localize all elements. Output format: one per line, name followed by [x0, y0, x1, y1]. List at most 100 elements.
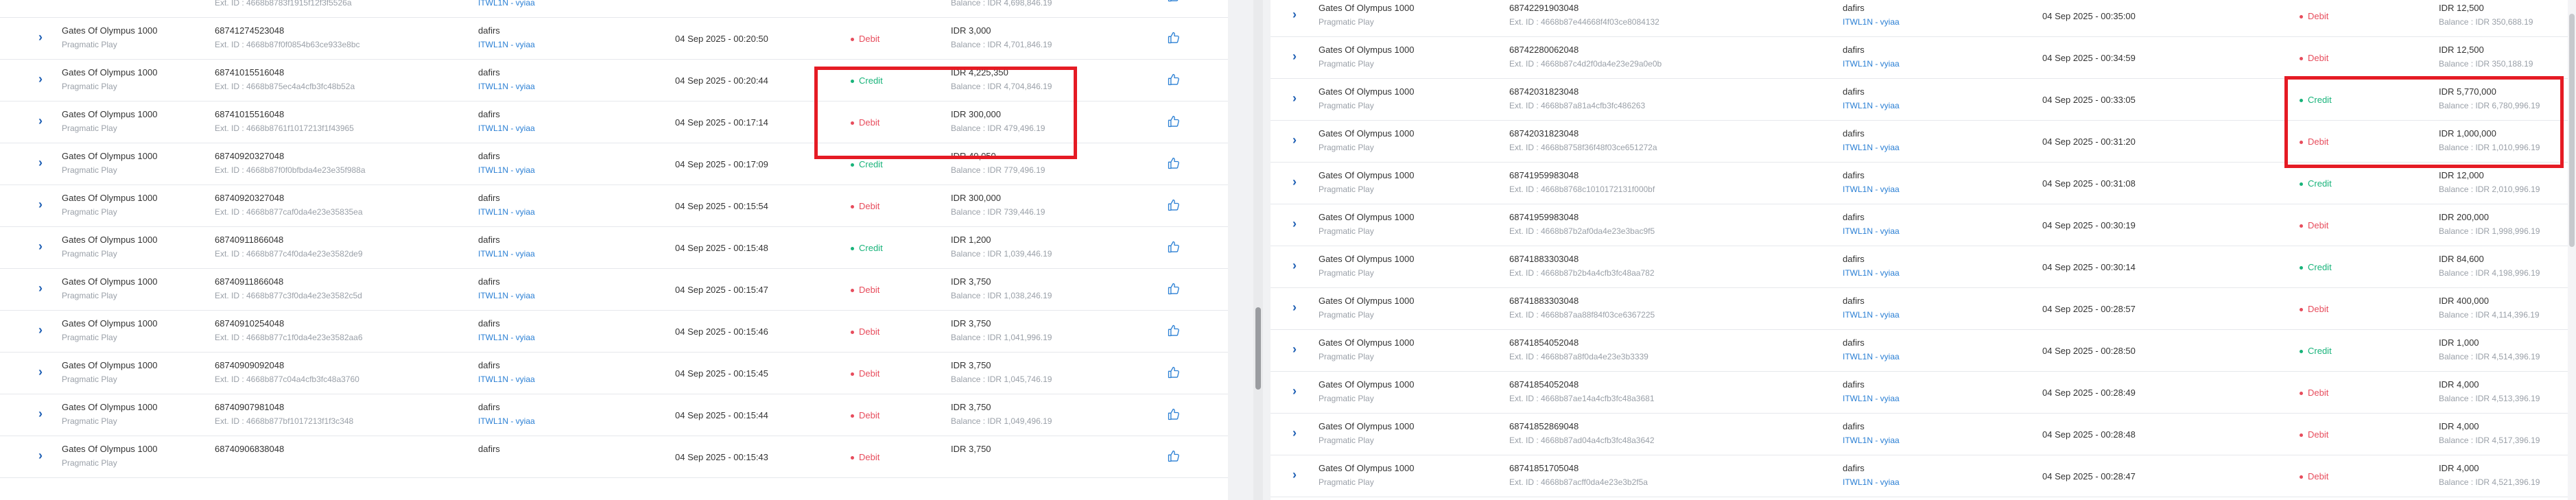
- chevron-right-icon[interactable]: ›: [36, 407, 45, 420]
- agent-link[interactable]: ITWL1N - vyiaa: [478, 416, 535, 426]
- agent-link[interactable]: ITWL1N - vyiaa: [478, 207, 535, 217]
- agent-link[interactable]: ITWL1N - vyiaa: [1843, 101, 1900, 110]
- thumbs-up-icon[interactable]: [1167, 366, 1181, 379]
- table-row[interactable]: › Gates Of Olympus 1000 Pragmatic Play 6874…: [1271, 36, 2576, 79]
- chevron-right-icon[interactable]: ›: [36, 239, 45, 253]
- transaction-amount: IDR 3,750: [951, 360, 991, 370]
- agent-link[interactable]: ITWL1N - vyiaa: [1843, 59, 1900, 69]
- transaction-type-label: Debit: [2308, 429, 2329, 440]
- table-row[interactable]: › Gates Of Olympus 1000 Pragmatic Play 6874…: [1271, 413, 2576, 455]
- agent-link[interactable]: ITWL1N - vyiaa: [1843, 394, 1900, 403]
- chevron-right-icon[interactable]: ›: [1290, 468, 1299, 481]
- table-row[interactable]: › Gates Of Olympus 1000 Pragmatic Play 6874…: [1271, 329, 2576, 372]
- left-scrollbar-track[interactable]: [1253, 0, 1263, 500]
- thumbs-up-icon[interactable]: [1167, 156, 1181, 170]
- provider-name: Pragmatic Play: [62, 82, 117, 91]
- table-row[interactable]: › Gates Of Olympus 1000 Pragmatic Play 6874…: [0, 226, 1228, 269]
- table-row[interactable]: › Gates Of Olympus 1000 Pragmatic Play 6874…: [0, 310, 1228, 353]
- agent-link[interactable]: ITWL1N - vyiaa: [478, 249, 535, 259]
- table-row[interactable]: › Gates Of Olympus 1000 Pragmatic Play 6874…: [0, 436, 1228, 478]
- thumbs-up-icon[interactable]: [1167, 240, 1181, 254]
- table-row[interactable]: › Gates Of Olympus 1000 Pragmatic Play 6874…: [0, 394, 1228, 436]
- table-row[interactable]: › Gates Of Olympus 1000 Pragmatic Play 6874…: [1271, 78, 2576, 121]
- thumbs-up-icon[interactable]: [1167, 198, 1181, 212]
- agent-link[interactable]: ITWL1N - vyiaa: [478, 40, 535, 49]
- chevron-right-icon[interactable]: ›: [1290, 175, 1299, 189]
- table-row[interactable]: › Gates Of Olympus 1000 Pragmatic Play 6874…: [0, 101, 1228, 143]
- agent-link[interactable]: ITWL1N - vyiaa: [1843, 226, 1900, 236]
- agent-link[interactable]: ITWL1N - vyiaa: [478, 291, 535, 300]
- chevron-right-icon[interactable]: ›: [1290, 300, 1299, 314]
- chevron-right-icon[interactable]: ›: [1290, 49, 1299, 63]
- thumbs-up-icon[interactable]: [1167, 0, 1181, 3]
- status-dot: [2300, 475, 2303, 479]
- player-name: dafirs: [478, 151, 500, 161]
- chevron-right-icon[interactable]: ›: [1290, 259, 1299, 272]
- table-row[interactable]: › Gates Of Olympus 1000 Pragmatic Play 6874…: [1271, 204, 2576, 246]
- table-row[interactable]: › Gates Of Olympus 1000 Pragmatic Play 6874…: [0, 268, 1228, 311]
- thumbs-up-icon[interactable]: [1167, 73, 1181, 86]
- agent-link[interactable]: ITWL1N - vyiaa: [1843, 268, 1900, 278]
- table-row[interactable]: › Gates Of Olympus 1000 Pragmatic Play 6874…: [0, 352, 1228, 394]
- chevron-right-icon[interactable]: ›: [36, 72, 45, 86]
- chevron-right-icon[interactable]: ›: [36, 198, 45, 211]
- table-row[interactable]: › Gates Of Olympus 1000 Pragmatic Play 6874…: [1271, 371, 2576, 414]
- agent-link[interactable]: ITWL1N - vyiaa: [478, 333, 535, 342]
- provider-name: Pragmatic Play: [62, 458, 117, 468]
- table-row[interactable]: › Gates Of Olympus 1000 Pragmatic Play 6874…: [1271, 287, 2576, 330]
- transaction-id: 68741883303048: [1509, 254, 1579, 264]
- chevron-right-icon[interactable]: ›: [1290, 217, 1299, 230]
- table-row[interactable]: › Gates Of Olympus 1000 Pragmatic Play 6874…: [1271, 162, 2576, 204]
- chevron-right-icon[interactable]: ›: [1290, 8, 1299, 21]
- agent-link[interactable]: ITWL1N - vyiaa: [1843, 143, 1900, 152]
- agent-link[interactable]: ITWL1N - vyiaa: [1843, 477, 1900, 487]
- transaction-type-badge: Debit: [851, 201, 879, 211]
- agent-link[interactable]: ITWL1N - vyiaa: [478, 374, 535, 384]
- thumbs-up-icon[interactable]: [1167, 324, 1181, 337]
- balance-after: Balance : IDR 1,038,246.19: [951, 291, 1052, 300]
- chevron-right-icon[interactable]: ›: [36, 156, 45, 169]
- chevron-right-icon[interactable]: ›: [1290, 91, 1299, 105]
- chevron-right-icon[interactable]: ›: [36, 30, 45, 44]
- agent-link[interactable]: ITWL1N - vyiaa: [478, 165, 535, 175]
- table-row[interactable]: › Gates Of Olympus 1000 Pragmatic Play 6874…: [0, 184, 1228, 227]
- transaction-type-badge: Credit: [2300, 262, 2332, 272]
- thumbs-up-icon[interactable]: [1167, 449, 1181, 463]
- thumbs-up-icon[interactable]: [1167, 115, 1181, 128]
- chevron-right-icon[interactable]: ›: [1290, 426, 1299, 440]
- agent-link[interactable]: ITWL1N - vyiaa: [1843, 436, 1900, 445]
- chevron-right-icon[interactable]: ›: [36, 323, 45, 337]
- chevron-right-icon[interactable]: ›: [1290, 133, 1299, 147]
- table-row[interactable]: › Gates Of Olympus 1000 Pragmatic Play 6874…: [0, 17, 1228, 60]
- agent-link[interactable]: ITWL1N - vyiaa: [1843, 17, 1900, 27]
- chevron-right-icon[interactable]: ›: [36, 281, 45, 295]
- right-scrollbar-thumb[interactable]: [2569, 14, 2575, 247]
- agent-link[interactable]: ITWL1N - vyiaa: [1843, 184, 1900, 194]
- agent-link[interactable]: ITWL1N - vyiaa: [478, 123, 535, 133]
- table-row[interactable]: › Gates Of Olympus 1000 Pragmatic Play 6874…: [1271, 120, 2576, 163]
- thumbs-up-icon[interactable]: [1167, 31, 1181, 45]
- thumbs-up-icon[interactable]: [1167, 407, 1181, 421]
- transaction-amount: IDR 400,000: [2439, 296, 2489, 306]
- table-row[interactable]: ›Pragmatic PlayExt. ID : 4668b8783f1915f…: [0, 0, 1228, 18]
- transaction-type-label: Credit: [2308, 178, 2332, 189]
- transaction-amount: IDR 1,000: [2439, 337, 2479, 348]
- agent-link[interactable]: ITWL1N - vyiaa: [1843, 352, 1900, 361]
- game-name: Gates Of Olympus 1000: [62, 25, 158, 36]
- table-row[interactable]: › Gates Of Olympus 1000 Pragmatic Play 6874…: [1271, 455, 2576, 497]
- agent-link[interactable]: ITWL1N - vyiaa: [478, 0, 535, 8]
- left-scrollbar-thumb[interactable]: [1255, 307, 1261, 390]
- table-row[interactable]: › Gates Of Olympus 1000 Pragmatic Play 6874…: [1271, 0, 2576, 37]
- agent-link[interactable]: ITWL1N - vyiaa: [1843, 310, 1900, 320]
- agent-link[interactable]: ITWL1N - vyiaa: [478, 82, 535, 91]
- chevron-right-icon[interactable]: ›: [1290, 342, 1299, 356]
- chevron-right-icon[interactable]: ›: [36, 365, 45, 379]
- table-row[interactable]: › Gates Of Olympus 1000 Pragmatic Play 6874…: [0, 59, 1228, 102]
- chevron-right-icon[interactable]: ›: [36, 449, 45, 462]
- chevron-right-icon[interactable]: ›: [1290, 384, 1299, 398]
- chevron-right-icon[interactable]: ›: [36, 114, 45, 128]
- table-row[interactable]: › Gates Of Olympus 1000 Pragmatic Play 6874…: [1271, 246, 2576, 288]
- table-row[interactable]: › Gates Of Olympus 1000 Pragmatic Play 6874…: [0, 143, 1228, 185]
- thumbs-up-icon[interactable]: [1167, 282, 1181, 296]
- transaction-type-label: Debit: [859, 34, 880, 44]
